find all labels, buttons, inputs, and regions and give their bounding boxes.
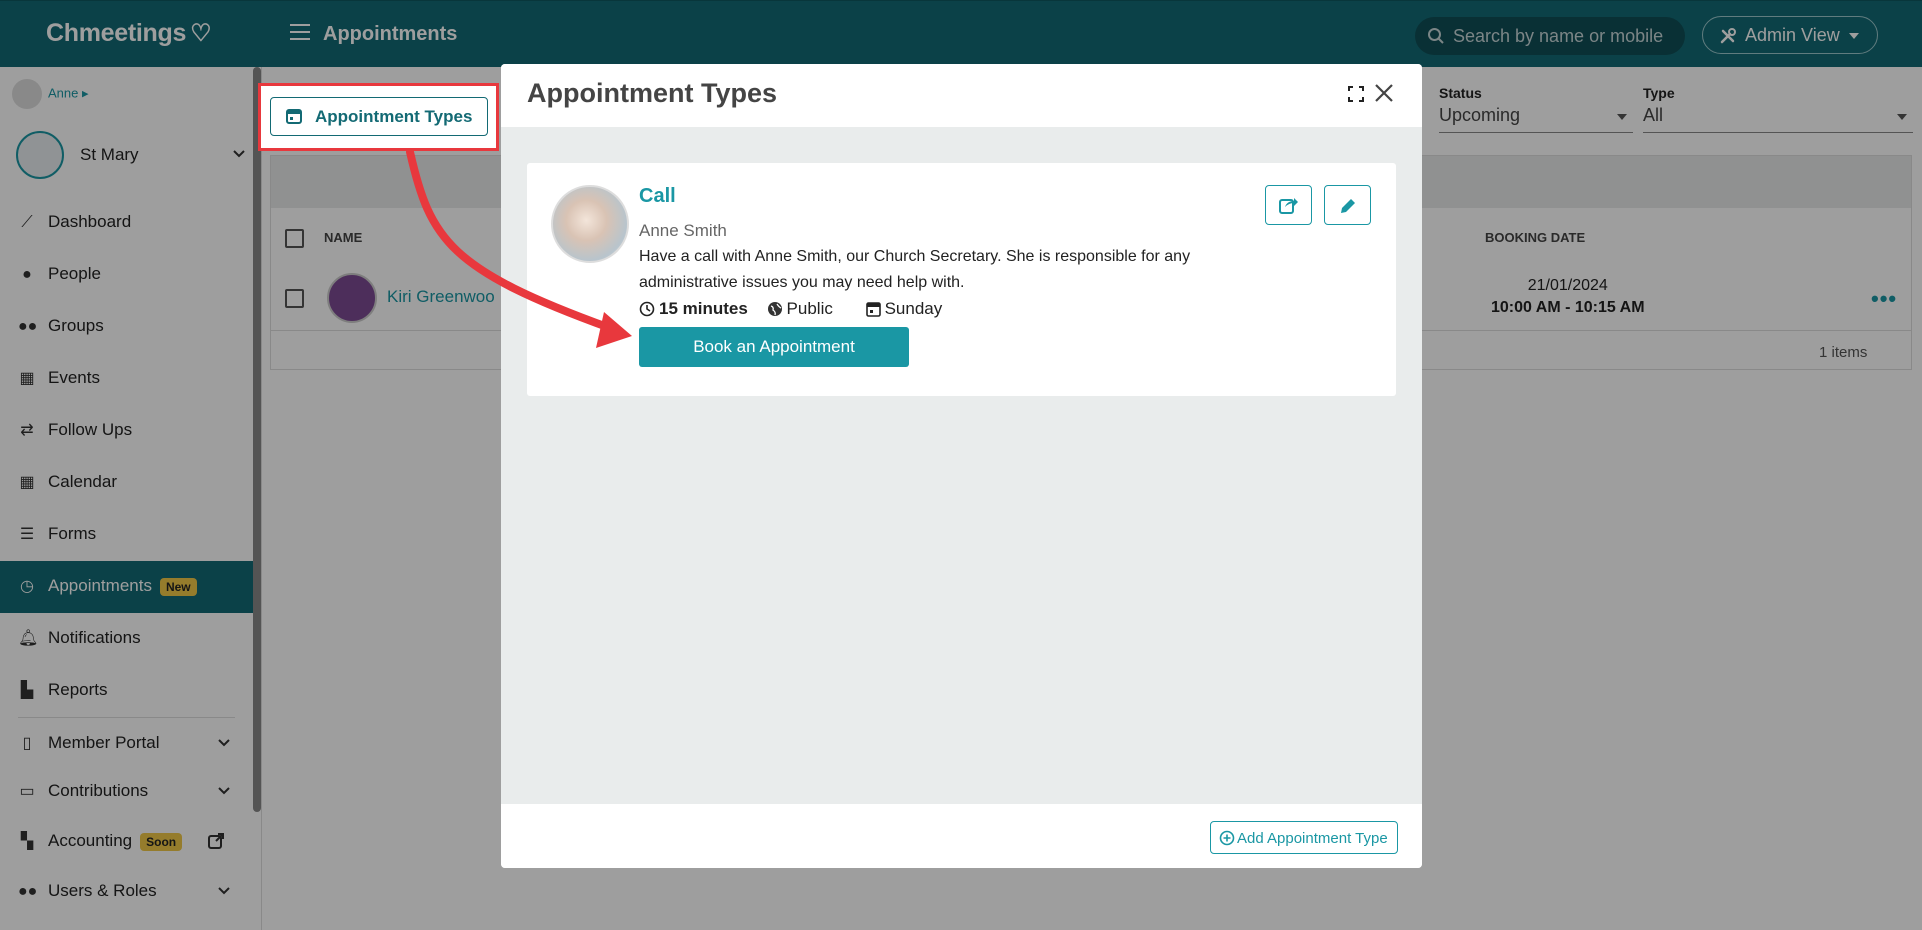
fullscreen-icon[interactable] bbox=[1348, 86, 1364, 102]
share-icon bbox=[1279, 198, 1298, 214]
visibility: Public bbox=[767, 298, 847, 319]
pencil-icon bbox=[1341, 199, 1355, 213]
share-button[interactable] bbox=[1265, 185, 1312, 225]
plus-circle-icon bbox=[1219, 830, 1235, 846]
appointment-photo bbox=[551, 185, 629, 263]
edit-button[interactable] bbox=[1324, 185, 1371, 225]
close-icon[interactable] bbox=[1373, 82, 1395, 104]
appointment-type-title[interactable]: Call bbox=[639, 185, 676, 208]
appointment-owner: Anne Smith bbox=[639, 221, 727, 240]
book-appointment-button[interactable]: Book an Appointment bbox=[639, 327, 909, 367]
add-appointment-type-button[interactable]: Add Appointment Type bbox=[1210, 821, 1398, 854]
duration: 15 minutes bbox=[639, 299, 748, 319]
modal-title: Appointment Types bbox=[527, 78, 778, 108]
calendar-icon bbox=[286, 109, 302, 124]
appointment-description: Have a call with Anne Smith, our Church … bbox=[639, 248, 1191, 291]
appointment-types-button[interactable]: Appointment Types bbox=[270, 97, 488, 136]
calendar-icon bbox=[865, 301, 881, 317]
add-appointment-type-label: Add Appointment Type bbox=[1237, 830, 1388, 847]
appointment-type-card: Call Anne Smith Have a call with Anne Sm… bbox=[527, 163, 1396, 396]
day: Sunday bbox=[865, 298, 957, 319]
appointment-types-label: Appointment Types bbox=[315, 107, 473, 126]
appointment-types-modal: Appointment Types Call Anne Smith Have a… bbox=[501, 64, 1422, 868]
globe-icon bbox=[767, 301, 782, 316]
appointment-meta: 15 minutes Public Sunday bbox=[639, 298, 970, 319]
clock-icon bbox=[639, 301, 655, 317]
modal-header: Appointment Types bbox=[501, 64, 1422, 127]
